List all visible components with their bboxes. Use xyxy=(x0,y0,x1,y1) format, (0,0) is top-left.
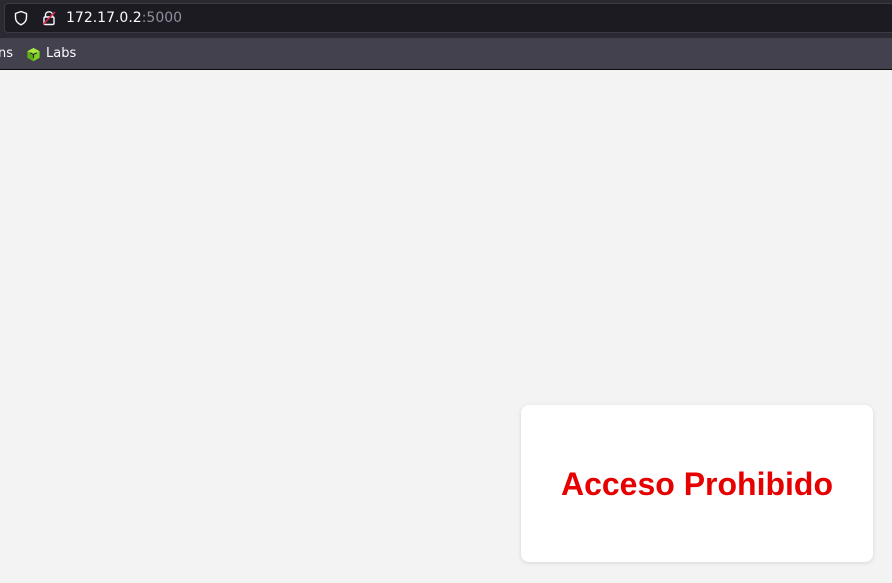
page-content: Acceso Prohibido xyxy=(0,70,892,583)
url-port: :5000 xyxy=(141,10,183,26)
bookmarks-toolbar: ns Labs xyxy=(0,38,892,70)
access-denied-title: Acceso Prohibido xyxy=(560,465,834,502)
shield-icon[interactable] xyxy=(13,10,29,26)
cube-icon xyxy=(27,47,40,61)
message-card: Acceso Prohibido xyxy=(521,405,873,562)
bookmark-label: Labs xyxy=(46,46,77,61)
bookmark-partial[interactable]: ns xyxy=(0,46,13,62)
browser-toolbar: 172.17.0.2:5000 xyxy=(0,0,892,38)
bookmark-labs[interactable]: Labs xyxy=(26,45,76,63)
url-host: 172.17.0.2 xyxy=(66,10,142,26)
url-bar[interactable]: 172.17.0.2:5000 xyxy=(4,3,892,33)
url-text[interactable]: 172.17.0.2:5000 xyxy=(66,9,182,27)
insecure-lock-icon[interactable] xyxy=(41,10,57,26)
